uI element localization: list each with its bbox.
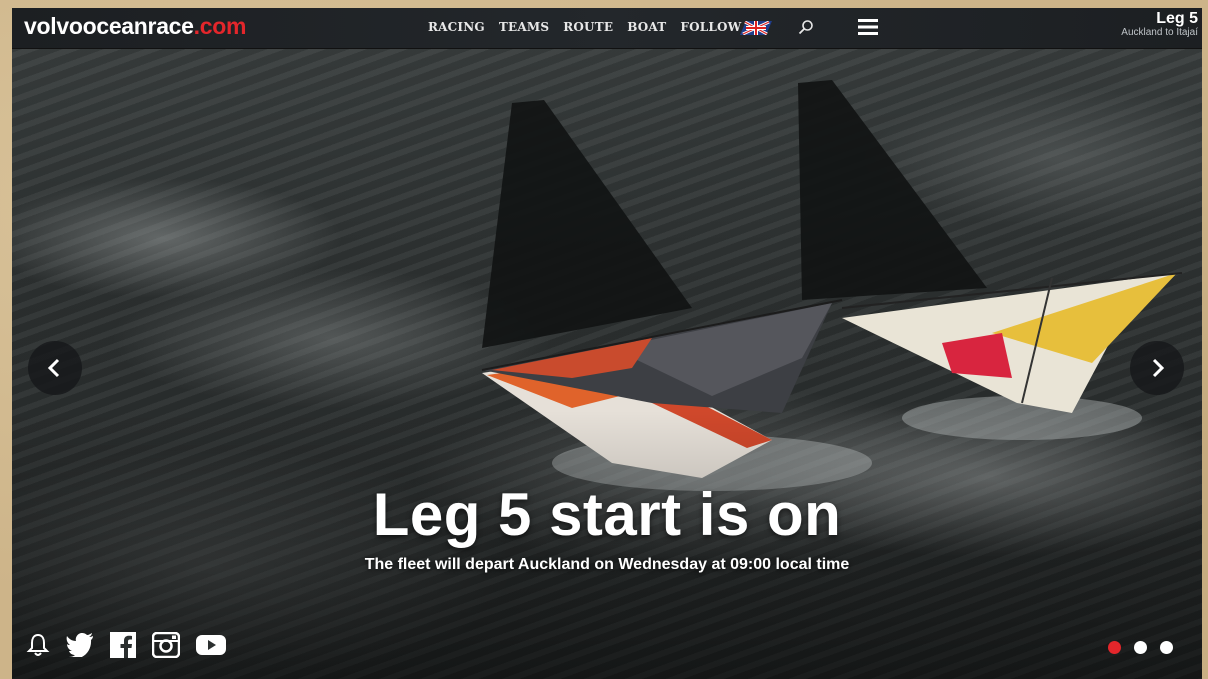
- carousel-dot-1[interactable]: [1108, 641, 1121, 654]
- nav-item-racing[interactable]: RACING: [428, 20, 485, 34]
- nav-item-boat[interactable]: BOAT: [627, 20, 666, 34]
- current-leg-indicator[interactable]: Leg 5 Auckland to Itajaí: [1121, 10, 1198, 39]
- bell-icon[interactable]: [26, 633, 50, 662]
- browser-viewport: volvooceanrace.com RACING TEAMS ROUTE BO…: [12, 8, 1202, 679]
- site-logo[interactable]: volvooceanrace.com: [24, 13, 246, 40]
- search-icon[interactable]: [798, 19, 814, 35]
- nav-item-follow[interactable]: FOLLOW: [680, 20, 741, 34]
- leg-subtitle: Auckland to Itajaí: [1121, 27, 1198, 38]
- leg-title: Leg 5: [1156, 10, 1198, 27]
- chevron-right-icon: [1152, 358, 1165, 378]
- carousel-next-button[interactable]: [1130, 341, 1184, 395]
- top-navigation-bar: volvooceanrace.com RACING TEAMS ROUTE BO…: [12, 8, 1202, 49]
- carousel-prev-button[interactable]: [28, 341, 82, 395]
- nav-item-route[interactable]: ROUTE: [563, 20, 613, 34]
- hero-vignette: [12, 8, 1202, 679]
- logo-name: volvooceanrace: [24, 13, 194, 39]
- youtube-icon[interactable]: [196, 634, 226, 661]
- uk-flag-icon[interactable]: [740, 21, 772, 35]
- chevron-left-icon: [47, 358, 60, 378]
- main-nav: RACING TEAMS ROUTE BOAT FOLLOW: [428, 20, 741, 34]
- instagram-icon[interactable]: [151, 631, 181, 663]
- hero-subtitle: The fleet will depart Auckland on Wednes…: [364, 556, 850, 573]
- carousel-dot-2[interactable]: [1134, 641, 1147, 654]
- carousel-pagination: [1108, 641, 1173, 654]
- twitter-icon[interactable]: [66, 633, 94, 662]
- nav-item-teams[interactable]: TEAMS: [499, 20, 549, 34]
- social-links: [26, 631, 226, 663]
- carousel-dot-3[interactable]: [1160, 641, 1173, 654]
- hamburger-menu-icon[interactable]: [858, 18, 878, 36]
- facebook-icon[interactable]: [110, 632, 136, 663]
- logo-tld: .com: [193, 13, 247, 39]
- hero-headline[interactable]: Leg 5 start is on: [12, 480, 1202, 549]
